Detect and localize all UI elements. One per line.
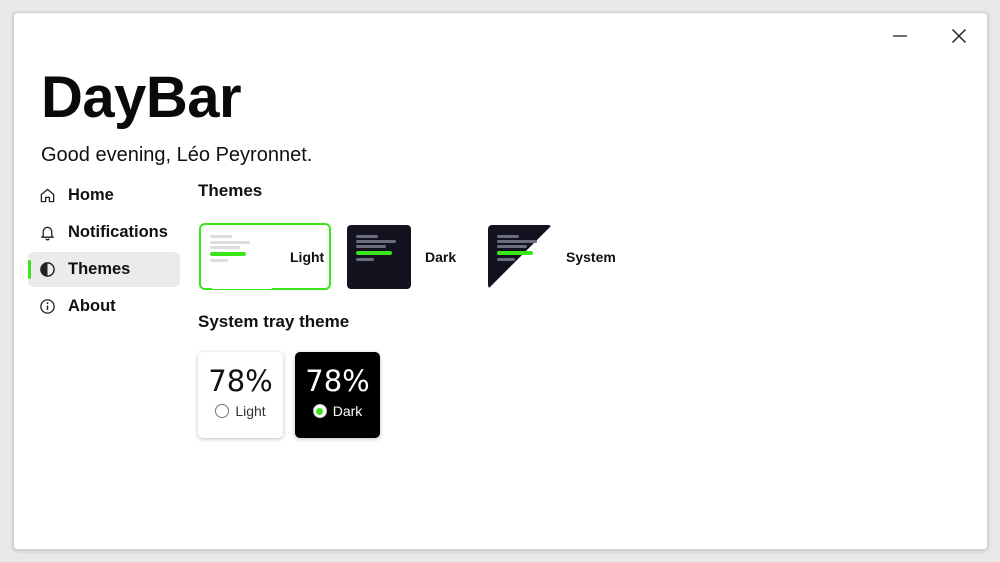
sidebar-item-themes[interactable]: Themes — [28, 252, 180, 287]
sidebar: Home Notifications Themes About — [28, 178, 180, 326]
greeting-text: Good evening, Léo Peyronnet. — [41, 144, 313, 166]
tray-section-title: System tray theme — [198, 312, 350, 331]
sidebar-item-label: Home — [68, 186, 114, 204]
tray-option-dark[interactable]: 78% Dark — [295, 352, 380, 438]
close-button[interactable] — [941, 23, 977, 49]
minimize-button[interactable] — [882, 23, 918, 49]
contrast-icon — [38, 261, 56, 279]
theme-option-system[interactable]: System — [488, 223, 616, 290]
info-icon — [38, 298, 56, 316]
app-title: DayBar — [41, 65, 242, 130]
theme-label-light: Light — [290, 248, 325, 265]
tray-dark-radio[interactable] — [312, 404, 327, 418]
system-theme-preview — [488, 224, 552, 289]
minimize-icon — [893, 35, 907, 37]
close-icon — [951, 28, 967, 44]
sidebar-item-about[interactable]: About — [28, 289, 180, 324]
sidebar-item-label: Notifications — [68, 223, 168, 241]
tray-light-radio[interactable] — [215, 404, 230, 418]
light-theme-preview — [210, 224, 274, 289]
tray-label-light: Light — [235, 403, 266, 419]
theme-option-light[interactable]: Light — [199, 223, 331, 290]
sidebar-item-home[interactable]: Home — [28, 178, 180, 213]
home-icon — [38, 187, 56, 205]
dark-theme-preview — [347, 224, 411, 289]
app-window: DayBar Good evening, Léo Peyronnet. Home… — [13, 12, 988, 550]
tray-option-light[interactable]: 78% Light — [198, 352, 283, 438]
tray-preview-value: 78% — [305, 364, 370, 398]
theme-label-dark: Dark — [425, 248, 457, 265]
themes-section-title: Themes — [198, 181, 263, 200]
bell-icon — [38, 224, 56, 242]
theme-label-system: System — [566, 248, 616, 265]
sidebar-item-label: About — [68, 297, 116, 315]
tray-label-dark: Dark — [332, 403, 363, 419]
theme-option-dark[interactable]: Dark — [347, 223, 456, 290]
sidebar-item-notifications[interactable]: Notifications — [28, 215, 180, 250]
sidebar-item-label: Themes — [68, 260, 131, 278]
tray-preview-value: 78% — [208, 364, 273, 398]
